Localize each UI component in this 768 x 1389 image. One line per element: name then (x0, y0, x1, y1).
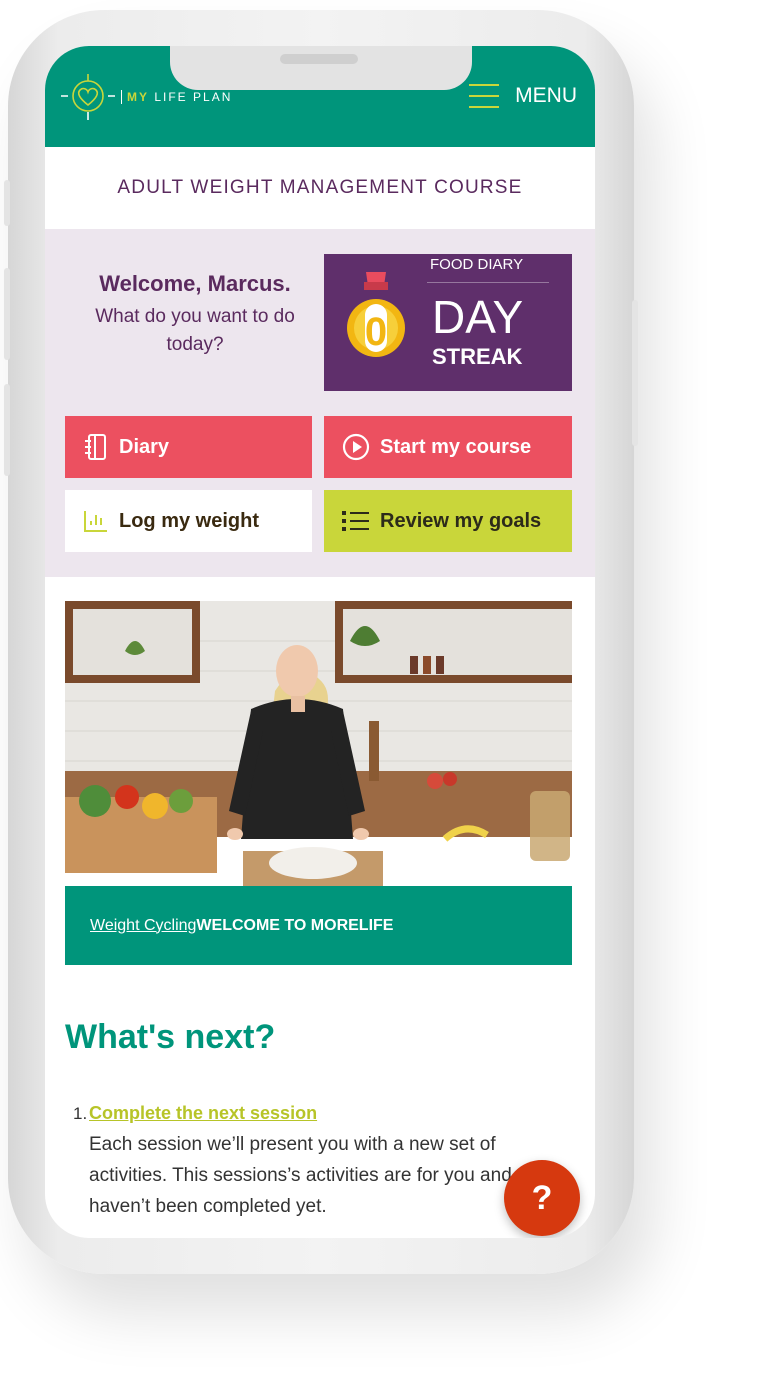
medal-icon: 0 (347, 272, 405, 357)
phone-power-button (632, 300, 638, 446)
complete-session-link[interactable]: Complete the next session (89, 1098, 573, 1129)
review-goals-button[interactable]: Review my goals (324, 490, 572, 552)
review-goals-label: Review my goals (380, 509, 542, 532)
welcome-message: Welcome, Marcus. What do you want to do … (65, 271, 325, 359)
welcome-greeting: Welcome, Marcus. (99, 271, 291, 296)
app-screen: MY LIFE PLAN MENU ADULT WEIGHT MANAGEMEN… (45, 46, 595, 1238)
help-button[interactable]: ? (504, 1160, 580, 1236)
phone-volume-down (4, 384, 10, 476)
streak-divider (427, 282, 549, 283)
diary-label: Diary (119, 435, 170, 458)
diary-icon (83, 433, 109, 461)
start-course-label: Start my course (380, 435, 532, 458)
menu-button[interactable]: MENU (469, 84, 577, 108)
diary-button[interactable]: Diary (65, 416, 312, 478)
welcome-prompt: What do you want to do today? (95, 306, 295, 355)
phone-notch (170, 46, 472, 90)
video-title: WELCOME TO MORELIFE (196, 916, 394, 934)
food-diary-streak[interactable]: 0 FOOD DIARY DAY STREAK (324, 254, 572, 391)
video-thumbnail[interactable] (65, 601, 572, 886)
chart-icon (83, 509, 109, 533)
list-item: 1. Complete the next session Each sessio… (73, 1098, 573, 1222)
logo-text: MY LIFE PLAN (121, 90, 232, 104)
streak-count: 0 (365, 310, 387, 354)
streak-word: STREAK (432, 344, 523, 369)
streak-day: DAY (432, 291, 524, 343)
phone-speaker (280, 54, 358, 64)
whats-next-heading: What's next? (65, 1018, 276, 1056)
hamburger-icon (469, 84, 500, 108)
kitchen-video-image (65, 601, 572, 886)
list-icon (342, 510, 370, 532)
log-weight-label: Log my weight (119, 509, 259, 532)
video-caption-bar: Weight Cycling WELCOME TO MORELIFE (65, 886, 572, 965)
phone-volume-up (4, 268, 10, 360)
log-weight-button[interactable]: Log my weight (65, 490, 312, 552)
course-title: ADULT WEIGHT MANAGEMENT COURSE (117, 177, 523, 198)
phone-side-button (4, 180, 10, 226)
welcome-panel: Welcome, Marcus. What do you want to do … (45, 229, 595, 577)
play-icon (342, 433, 370, 461)
menu-label: MENU (515, 84, 577, 107)
whats-next-list: 1. Complete the next session Each sessio… (73, 1098, 573, 1222)
heart-logo-icon (61, 74, 115, 120)
streak-label: FOOD DIARY (430, 256, 524, 273)
start-course-button[interactable]: Start my course (324, 416, 572, 478)
list-item-description: Each session we’ll present you with a ne… (89, 1134, 512, 1217)
weight-cycling-link[interactable]: Weight Cycling (90, 917, 196, 935)
list-item-number: 1. (73, 1104, 88, 1123)
